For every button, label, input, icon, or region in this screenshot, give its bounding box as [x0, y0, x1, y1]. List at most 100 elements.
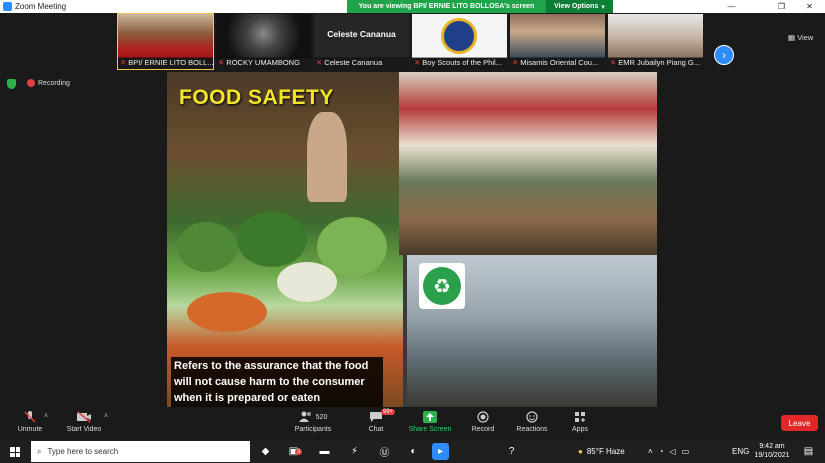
- chevron-down-icon: ▾: [601, 3, 605, 11]
- chevron-right-icon: ›: [722, 48, 726, 62]
- zoom-logo-icon: [3, 2, 12, 11]
- participant-count: 520: [315, 413, 328, 421]
- participant-tile[interactable]: ✕ Boy Scouts of the Phil...: [412, 14, 507, 69]
- record-icon: [477, 411, 489, 423]
- participants-button[interactable]: 520 Participants: [283, 411, 343, 433]
- security-shield-icon[interactable]: [7, 79, 16, 89]
- unmute-button[interactable]: Unmute ˄: [0, 411, 60, 433]
- view-options-label: View Options: [554, 3, 599, 10]
- video-off-icon: [77, 411, 91, 423]
- participant-name: Boy Scouts of the Phil...: [422, 58, 502, 67]
- maximize-button[interactable]: ❐: [768, 0, 795, 13]
- meeting-toolbar: Unmute ˄ Start Video ˄ 520 Participants …: [0, 407, 825, 440]
- wifi-icon: ◔: [658, 447, 664, 456]
- participant-name: EMR Jubailyn Piang G...: [618, 58, 700, 67]
- leave-button[interactable]: Leave: [781, 415, 818, 431]
- file-explorer-icon[interactable]: ▬: [316, 443, 333, 460]
- search-placeholder: Type here to search: [47, 447, 119, 456]
- weather-widget[interactable]: ● 85°F Haze: [578, 440, 625, 463]
- system-clock[interactable]: 9:42 am 19/10/2021: [752, 442, 792, 460]
- recording-indicator: Recording: [27, 79, 70, 87]
- chat-label: Chat: [368, 426, 384, 433]
- share-screen-label: Share Screen: [408, 426, 452, 433]
- participant-name: Misamis Oriental Cou...: [520, 58, 599, 67]
- apps-icon: [575, 412, 585, 422]
- participant-display-name: Celeste Cananua: [327, 29, 396, 39]
- chevron-up-icon[interactable]: ˄: [104, 413, 108, 420]
- participant-video: [216, 14, 311, 58]
- participant-tile[interactable]: ✕ EMR Jubailyn Piang G...: [608, 14, 703, 69]
- windows-start-icon[interactable]: [10, 447, 20, 457]
- participant-strip: ✕ BPI/ ERNIE LITO BOLL... ✕ ROCKY UMAMBONG…: [0, 13, 825, 71]
- viewing-banner: You are viewing BPI/ ERNIE LITO BOLLOSA'…: [347, 0, 546, 13]
- zoom-window: Zoom Meeting You are viewing BPI/ ERNIE …: [0, 0, 825, 463]
- apps-button[interactable]: Apps: [550, 411, 610, 433]
- notification-icon[interactable]: ▤: [800, 443, 817, 460]
- share-screen-button[interactable]: Share Screen: [400, 411, 460, 433]
- dropbox-icon[interactable]: ◆: [257, 443, 274, 460]
- chat-badge: 99+: [381, 409, 396, 415]
- participant-video: [118, 14, 213, 58]
- search-icon: ⌕: [37, 446, 42, 456]
- participant-tile[interactable]: ✕ ROCKY UMAMBONG: [216, 14, 311, 69]
- app-icon[interactable]: ⚡: [346, 443, 363, 460]
- recycle-logo: ♻: [419, 263, 465, 309]
- help-icon[interactable]: ?: [503, 443, 520, 460]
- clock-time: 9:42 am: [759, 443, 785, 450]
- mic-muted-icon: ✕: [120, 58, 127, 67]
- battery-icon: ▭: [681, 447, 690, 456]
- clock-date: 19/10/2021: [754, 452, 790, 459]
- market-photo-crowd: [399, 72, 657, 255]
- mic-muted-icon: ✕: [414, 58, 421, 67]
- participant-name: ROCKY UMAMBONG: [226, 58, 300, 67]
- participant-tile[interactable]: ✕ Misamis Oriental Cou...: [510, 14, 605, 69]
- teams-icon[interactable]: ▣ 3: [287, 443, 304, 460]
- zoom-taskbar-icon[interactable]: ▸: [432, 443, 449, 460]
- slide-caption: Refers to the assurance that the food wi…: [171, 357, 383, 407]
- speaker-icon: ◁: [669, 447, 676, 456]
- start-video-button[interactable]: Start Video ˄: [54, 411, 114, 433]
- apps-label: Apps: [572, 426, 588, 433]
- participant-tile[interactable]: Celeste Cananua ✕ Celeste Cananua: [314, 14, 409, 69]
- edge-icon[interactable]: ◐: [405, 443, 422, 460]
- language-indicator[interactable]: ENG: [732, 440, 749, 463]
- taskbar-search[interactable]: ⌕ Type here to search: [31, 441, 250, 462]
- slide-title: FOOD SAFETY: [179, 86, 334, 109]
- participants-label: Participants: [294, 426, 332, 433]
- close-button[interactable]: ✕: [796, 0, 823, 13]
- participant-name: BPI/ ERNIE LITO BOLL...: [128, 58, 213, 67]
- chat-button[interactable]: 99+ Chat: [346, 409, 406, 433]
- mic-off-icon: [24, 411, 36, 423]
- share-arrow-icon: [423, 411, 437, 423]
- recording-label: Recording: [38, 79, 70, 87]
- view-button[interactable]: ▦ View: [788, 33, 813, 42]
- weather-text: 85°F Haze: [586, 447, 625, 456]
- record-label: Record: [471, 426, 495, 433]
- participant-tile[interactable]: ✕ BPI/ ERNIE LITO BOLL...: [117, 13, 214, 70]
- reactions-label: Reactions: [516, 426, 548, 433]
- weather-sun-icon: ●: [578, 447, 583, 456]
- taskbar-badge: 3: [295, 448, 303, 455]
- tray-icons[interactable]: ˄ ◔ ◁ ▭: [648, 440, 695, 463]
- grid-icon: ▦: [788, 33, 796, 42]
- upwork-icon[interactable]: Ⓤ: [376, 443, 393, 460]
- view-options-button[interactable]: View Options ▾: [546, 0, 613, 13]
- mic-muted-icon: ✕: [610, 58, 617, 67]
- scout-emblem-icon: [441, 18, 477, 54]
- recording-dot-icon: [27, 79, 35, 87]
- view-label: View: [797, 33, 814, 42]
- window-title: Zoom Meeting: [15, 2, 67, 11]
- participant-video: [510, 14, 605, 58]
- recycle-icon: ♻: [423, 267, 461, 305]
- start-video-label: Start Video: [66, 426, 102, 433]
- people-icon: [298, 411, 311, 422]
- mic-muted-icon: ✕: [512, 58, 519, 67]
- participant-logo: [412, 14, 507, 58]
- next-page-button[interactable]: ›: [714, 45, 734, 65]
- mic-muted-icon: ✕: [218, 58, 225, 67]
- unmute-label: Unmute: [17, 426, 43, 433]
- minimize-button[interactable]: —: [718, 0, 745, 13]
- participant-name: Celeste Cananua: [324, 58, 383, 67]
- chevron-up-icon[interactable]: ˄: [44, 413, 48, 420]
- mic-muted-icon: ✕: [316, 58, 323, 67]
